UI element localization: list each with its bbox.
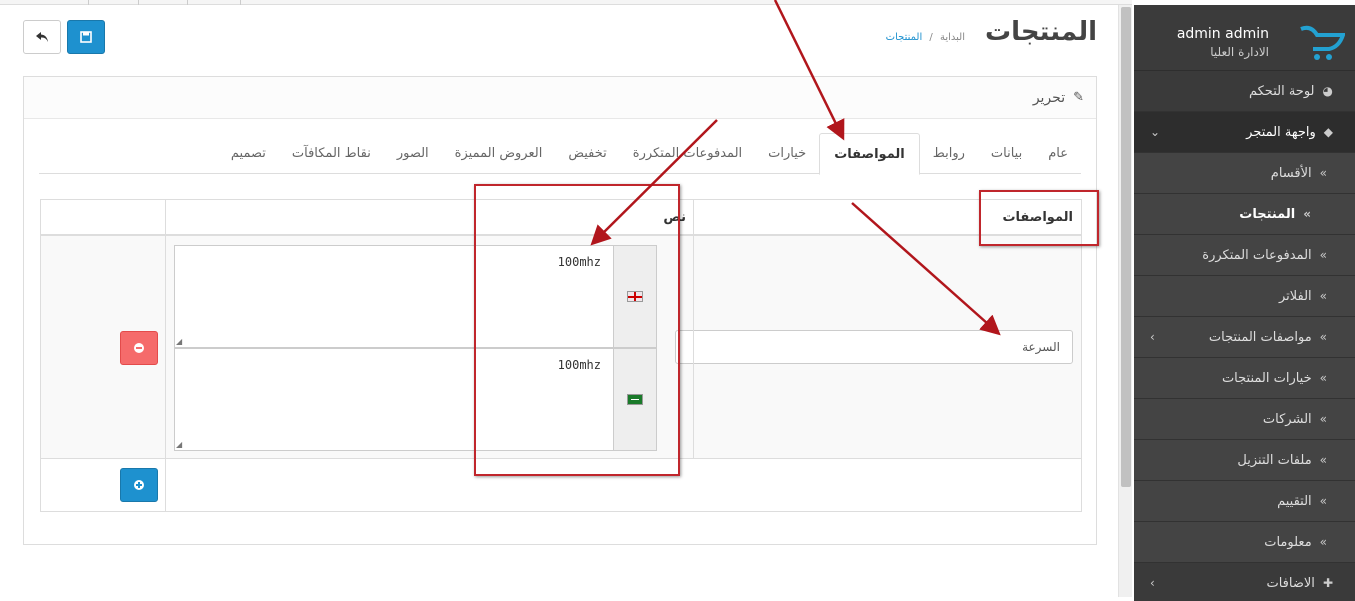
remove-attribute-button[interactable] <box>120 331 158 365</box>
tab-design[interactable]: تصميم <box>218 133 279 174</box>
chevron-left-icon: › <box>1150 330 1155 344</box>
resize-handle-icon[interactable]: ◢ <box>176 337 182 346</box>
tab-recurring[interactable]: المدفوعات المتكررة <box>620 133 755 174</box>
breadcrumb-separator: / <box>929 32 933 43</box>
sidebar-item-filters[interactable]: » الفلاتر <box>1134 276 1355 317</box>
tab-images[interactable]: الصور <box>384 133 442 174</box>
sidebar-item-label: معلومات <box>1264 534 1312 550</box>
column-divider <box>165 200 166 511</box>
double-chevron-icon: » <box>1319 289 1327 303</box>
sidebar-header: admin admin الادارة العليا <box>1134 5 1355 71</box>
tab-special[interactable]: العروض المميزة <box>442 133 556 174</box>
sidebar-item-reviews[interactable]: » التقييم <box>1134 481 1355 522</box>
sidebar-item-label: الاضافات <box>1266 575 1315 591</box>
scrollbar-thumb[interactable] <box>1121 7 1131 487</box>
annotation-highlight-box <box>979 190 1099 246</box>
double-chevron-icon: » <box>1319 535 1327 549</box>
sidebar-item-label: المدفوعات المتكررة <box>1202 247 1312 263</box>
chevron-down-icon: ⌄ <box>1150 125 1161 139</box>
double-chevron-icon: » <box>1319 330 1327 344</box>
cart-logo-icon <box>1300 25 1345 60</box>
add-attribute-button[interactable] <box>120 468 158 502</box>
sidebar-item-attributes[interactable]: » مواصفات المنتجات › <box>1134 317 1355 358</box>
sidebar-item-extensions[interactable]: ✚ الاضافات › <box>1134 563 1355 601</box>
sidebar-item-options[interactable]: » خيارات المنتجات <box>1134 358 1355 399</box>
sidebar-item-products[interactable]: » المنتجات <box>1134 194 1355 235</box>
double-chevron-icon: » <box>1319 412 1327 426</box>
sidebar: admin admin الادارة العليا ◕ لوحة التحكم… <box>1134 5 1355 601</box>
sidebar-item-label: خيارات المنتجات <box>1221 370 1312 386</box>
annotation-highlight-box <box>474 184 680 476</box>
sidebar-item-catalog[interactable]: ◆ واجهة المتجر ⌄ <box>1134 112 1355 153</box>
attribute-name-input[interactable]: السرعة <box>675 330 1073 364</box>
dashboard-icon: ◕ <box>1322 84 1333 98</box>
sidebar-item-label: واجهة المتجر <box>1246 124 1316 140</box>
sidebar-item-dashboard[interactable]: ◕ لوحة التحكم <box>1134 71 1355 112</box>
sidebar-item-label: التقييم <box>1277 493 1312 509</box>
puzzle-icon: ✚ <box>1322 576 1333 590</box>
breadcrumb: البداية / المنتجات <box>886 32 965 43</box>
tab-options[interactable]: خيارات <box>755 133 819 174</box>
column-divider <box>693 200 694 459</box>
sidebar-item-categories[interactable]: » الأقسام <box>1134 153 1355 194</box>
sidebar-item-label: الفلاتر <box>1278 288 1312 304</box>
sidebar-item-label: ملفات التنزيل <box>1237 452 1312 468</box>
vertical-scrollbar[interactable] <box>1118 5 1132 597</box>
save-icon <box>80 31 92 43</box>
tab-attributes[interactable]: المواصفات <box>819 133 920 175</box>
sidebar-item-downloads[interactable]: » ملفات التنزيل <box>1134 440 1355 481</box>
sidebar-item-information[interactable]: » معلومات <box>1134 522 1355 563</box>
plus-circle-icon <box>134 480 144 490</box>
tab-reward-points[interactable]: نقاط المكافآت <box>279 133 384 174</box>
chevron-left-icon: › <box>1150 576 1155 590</box>
sidebar-item-recurring[interactable]: » المدفوعات المتكررة <box>1134 235 1355 276</box>
page-title: المنتجات <box>985 17 1097 47</box>
sidebar-item-label: لوحة التحكم <box>1248 83 1315 99</box>
breadcrumb-home[interactable]: البداية <box>940 32 965 43</box>
minus-circle-icon <box>134 343 144 353</box>
save-button[interactable] <box>67 20 105 54</box>
double-chevron-icon: » <box>1319 494 1327 508</box>
sidebar-item-label: الأقسام <box>1270 165 1312 181</box>
back-button[interactable] <box>23 20 61 54</box>
user-role: الادارة العليا <box>1210 45 1269 59</box>
tab-general[interactable]: عام <box>1035 133 1081 174</box>
tags-icon: ◆ <box>1323 125 1333 139</box>
pencil-icon: ✎ <box>1073 90 1084 105</box>
breadcrumb-current[interactable]: المنتجات <box>886 32 923 43</box>
double-chevron-icon: » <box>1319 248 1327 262</box>
panel-heading: ✎ تحرير <box>24 77 1096 119</box>
tab-data[interactable]: بيانات <box>978 133 1035 174</box>
reply-icon <box>36 32 48 42</box>
top-frame-edge <box>0 0 1132 5</box>
tab-discount[interactable]: تخفيض <box>555 133 619 174</box>
sidebar-item-manufacturers[interactable]: » الشركات <box>1134 399 1355 440</box>
tab-links[interactable]: روابط <box>920 133 978 174</box>
double-chevron-icon: » <box>1319 371 1327 385</box>
panel-title: تحرير <box>1032 89 1066 106</box>
user-name[interactable]: admin admin <box>1177 26 1269 42</box>
product-tabs: عام بيانات روابط المواصفات خيارات المدفو… <box>39 133 1081 175</box>
sidebar-item-label: الشركات <box>1262 411 1312 427</box>
double-chevron-icon: » <box>1319 453 1327 467</box>
sidebar-item-label: مواصفات المنتجات <box>1208 329 1312 345</box>
sidebar-item-label: المنتجات <box>1239 206 1296 222</box>
resize-handle-icon[interactable]: ◢ <box>176 440 182 449</box>
double-chevron-icon: » <box>1319 166 1327 180</box>
double-chevron-icon: » <box>1303 207 1311 221</box>
